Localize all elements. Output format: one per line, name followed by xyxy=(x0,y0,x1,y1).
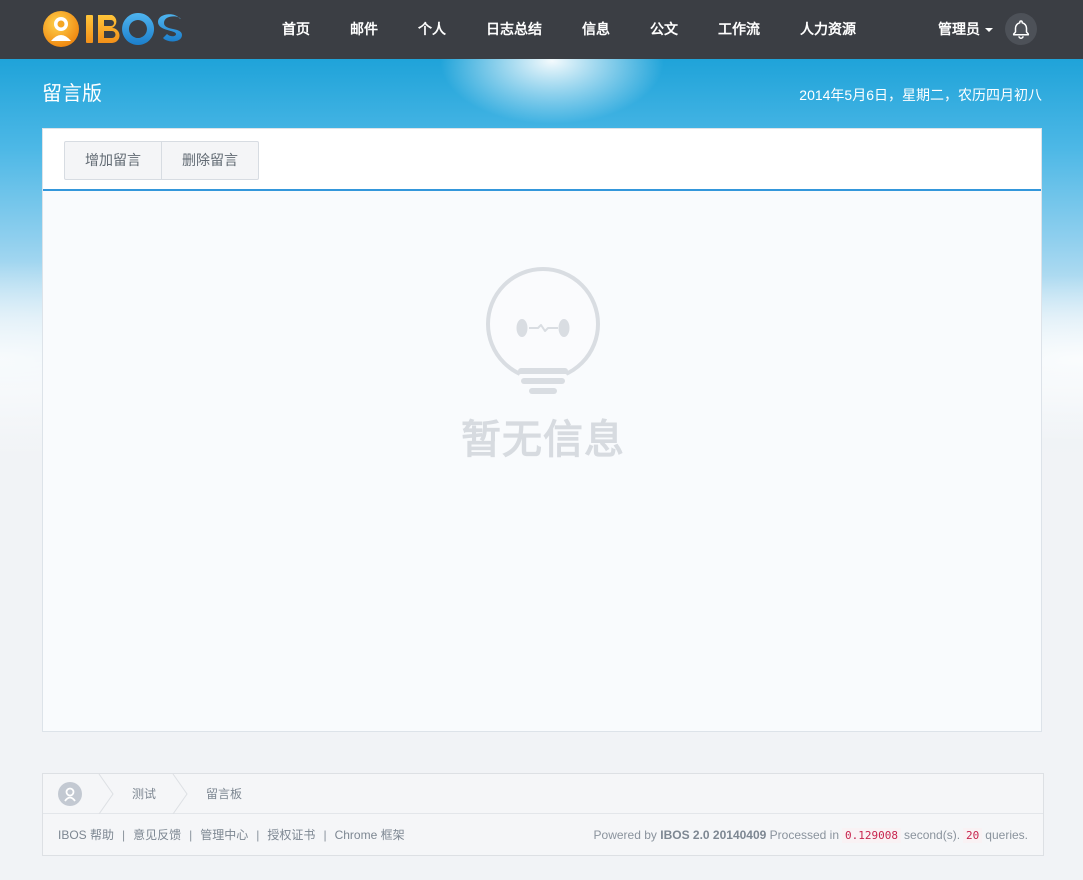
breadcrumb-home[interactable] xyxy=(58,782,82,806)
admin-center-link[interactable]: 管理中心 xyxy=(200,828,248,842)
bell-icon xyxy=(1012,20,1030,39)
powered-by: Powered by IBOS 2.0 20140409 Processed i… xyxy=(594,828,1028,843)
nav-item-message[interactable]: 信息 xyxy=(582,19,610,39)
logo-icon xyxy=(43,11,182,47)
processing-seconds: 0.129008 xyxy=(842,828,902,843)
breadcrumb-item-test[interactable]: 测试 xyxy=(132,786,156,802)
empty-state-text: 暂无信息 xyxy=(461,418,625,462)
ibos-logo[interactable] xyxy=(42,9,187,49)
nav-item-workflow[interactable]: 工作流 xyxy=(718,19,760,39)
processed-label: Processed in xyxy=(769,828,840,842)
footer-links: IBOS 帮助 | 意见反馈 | 管理中心 | 授权证书 | Chrome 框架 xyxy=(58,828,405,842)
breadcrumb-item-message-board: 留言板 xyxy=(206,787,243,801)
nav-item-hr[interactable]: 人力资源 xyxy=(800,19,856,39)
product-version: IBOS 2.0 20140409 xyxy=(660,828,767,842)
nav-item-diary[interactable]: 日志总结 xyxy=(486,19,542,39)
help-link[interactable]: IBOS 帮助 xyxy=(58,828,114,842)
top-navbar: 首页 邮件 个人 日志总结 信息 公文 工作流 人力资源 管理员 xyxy=(0,0,1083,59)
breadcrumb: 测试 留言板 xyxy=(43,774,1043,814)
query-count: 20 xyxy=(963,828,983,843)
nav-item-home[interactable]: 首页 xyxy=(282,19,310,39)
queries-label: queries. xyxy=(985,828,1028,842)
toolbar: 增加留言 删除留言 xyxy=(43,129,1041,191)
notification-button[interactable] xyxy=(1005,13,1037,45)
divider: | xyxy=(256,828,260,842)
lightbulb-icon xyxy=(486,267,600,394)
powered-prefix: Powered by xyxy=(593,828,657,842)
page-title: 留言版 xyxy=(42,83,102,105)
nav-item-document[interactable]: 公文 xyxy=(650,19,678,39)
breadcrumb-separator-icon xyxy=(98,774,114,814)
nav-item-mail[interactable]: 邮件 xyxy=(350,19,378,39)
feedback-link[interactable]: 意见反馈 xyxy=(133,828,181,842)
message-board-panel: 增加留言 删除留言 暂无信息 xyxy=(42,128,1042,732)
caret-down-icon xyxy=(985,28,993,33)
seconds-label: second(s). xyxy=(904,828,961,842)
user-menu[interactable]: 管理员 xyxy=(938,19,993,39)
breadcrumb-separator-icon xyxy=(172,774,188,814)
add-message-button[interactable]: 增加留言 xyxy=(65,142,161,179)
date-display: 2014年5月6日，星期二，农历四月初八 xyxy=(799,87,1042,103)
action-button-group: 增加留言 删除留言 xyxy=(64,141,259,180)
divider: | xyxy=(122,828,126,842)
footer: 测试 留言板 IBOS 帮助 | 意见反馈 | 管理中心 | 授权证书 | Chrome 框架 … xyxy=(42,773,1044,856)
user-menu-label: 管理员 xyxy=(938,21,980,37)
delete-message-button[interactable]: 删除留言 xyxy=(161,142,258,179)
license-link[interactable]: 授权证书 xyxy=(267,828,315,842)
home-icon xyxy=(64,787,76,802)
divider: | xyxy=(323,828,327,842)
nav-item-personal[interactable]: 个人 xyxy=(418,19,446,39)
chrome-frame-link[interactable]: Chrome 框架 xyxy=(335,828,405,842)
divider: | xyxy=(189,828,193,842)
